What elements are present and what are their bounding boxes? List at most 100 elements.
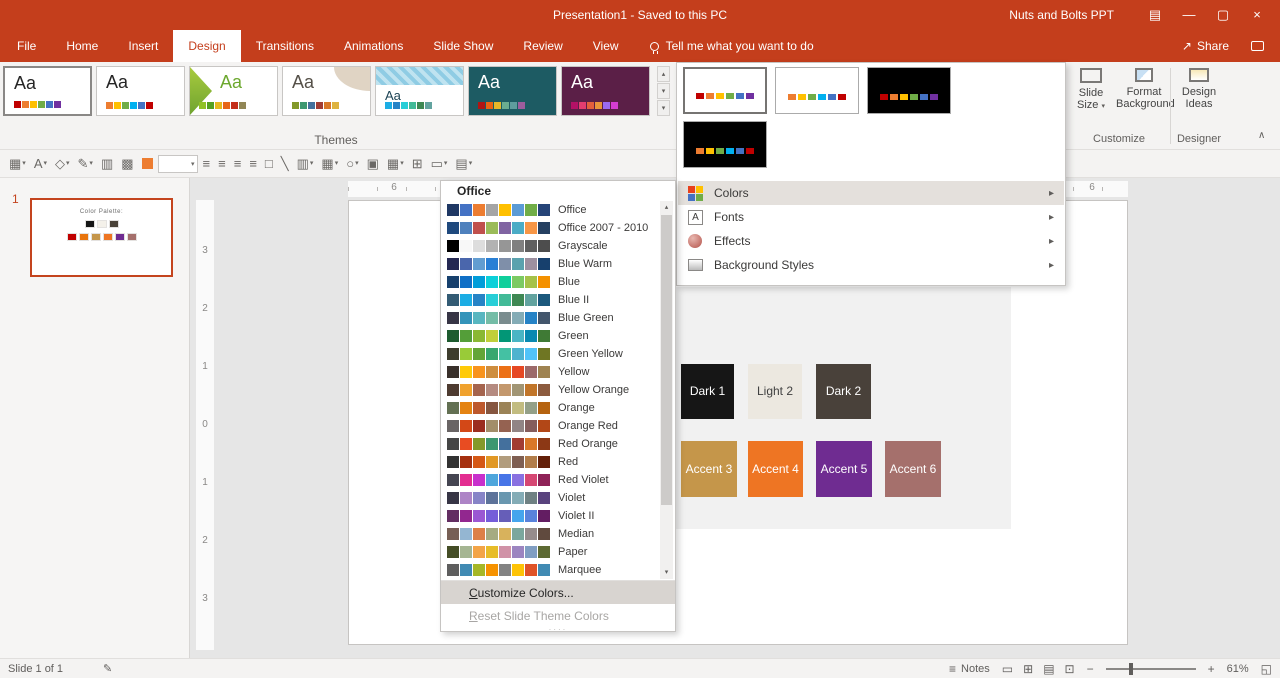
maximize-button[interactable]: ▢ xyxy=(1206,0,1240,30)
zoom-slider-thumb[interactable] xyxy=(1129,662,1133,675)
palette-option-orange[interactable]: Orange xyxy=(441,399,659,417)
swatch-accent-4[interactable]: Accent 4 xyxy=(748,441,803,497)
shape-fill-button[interactable]: ◇ ▾ xyxy=(52,155,73,172)
palette-option-blue-ii[interactable]: Blue II xyxy=(441,291,659,309)
collapse-ribbon-button[interactable]: ∧ xyxy=(1258,130,1265,141)
zoom-slider[interactable] xyxy=(1105,662,1196,675)
variant-thumbnail-1[interactable] xyxy=(683,67,767,114)
table-button[interactable]: ▦ ▾ xyxy=(384,155,407,172)
numbering-button[interactable]: ≡ xyxy=(246,155,260,172)
slide-1-thumbnail[interactable]: Color Palette: xyxy=(30,198,173,277)
variants-menu-item-effects[interactable]: Effects ▸ xyxy=(678,229,1064,253)
zoom-out-button[interactable]: − xyxy=(1087,662,1094,676)
palette-option-orange-red[interactable]: Orange Red xyxy=(441,417,659,435)
gallery-up-button[interactable]: ▴ xyxy=(657,66,670,82)
zoom-in-button[interactable]: + xyxy=(1208,662,1215,676)
palette-option-red[interactable]: Red xyxy=(441,453,659,471)
gallery-more-button[interactable]: ▾ xyxy=(657,100,670,116)
merge-cells-button[interactable]: ⊞ xyxy=(409,155,426,172)
flyout-scrollbar[interactable]: ▴ ▾ xyxy=(660,201,673,579)
zoom-percentage[interactable]: 61% xyxy=(1227,663,1249,675)
share-button[interactable]: ↗ Share xyxy=(1182,39,1229,53)
tab-design[interactable]: Design xyxy=(173,30,241,62)
palette-option-red-orange[interactable]: Red Orange xyxy=(441,435,659,453)
design-ideas-button[interactable]: Design Ideas xyxy=(1174,67,1224,110)
font-color-button[interactable]: A ▾ xyxy=(31,155,50,172)
palette-option-grayscale[interactable]: Grayscale xyxy=(441,237,659,255)
palette-option-yellow[interactable]: Yellow xyxy=(441,363,659,381)
minimize-button[interactable]: — xyxy=(1172,0,1206,30)
gallery-down-button[interactable]: ▾ xyxy=(657,83,670,99)
palette-option-office[interactable]: Office xyxy=(441,201,659,219)
palette-option-green-yellow[interactable]: Green Yellow xyxy=(441,345,659,363)
theme-thumbnail-3[interactable]: Aa xyxy=(189,66,278,116)
palette-option-yellow-orange[interactable]: Yellow Orange xyxy=(441,381,659,399)
theme-thumbnail-4[interactable]: Aa xyxy=(282,66,371,116)
palette-option-median[interactable]: Median xyxy=(441,525,659,543)
tab-transitions[interactable]: Transitions xyxy=(241,30,329,62)
customize-colors-button[interactable]: Customize Colors... xyxy=(441,581,675,604)
palette-option-violet-ii[interactable]: Violet II xyxy=(441,507,659,525)
palette-option-blue-green[interactable]: Blue Green xyxy=(441,309,659,327)
normal-view-icon[interactable]: ▭ xyxy=(1002,662,1013,676)
oval-button[interactable]: ○ ▾ xyxy=(343,155,361,172)
rectangle-button[interactable]: □ xyxy=(262,155,276,172)
scroll-up-icon[interactable]: ▴ xyxy=(660,201,673,214)
variant-thumbnail-3[interactable] xyxy=(867,67,951,114)
tell-me-box[interactable]: Tell me what you want to do xyxy=(649,30,814,62)
variants-menu-item-colors[interactable]: Colors ▸ xyxy=(678,181,1064,205)
slide-sorter-icon[interactable]: ⊞ xyxy=(1023,662,1033,676)
palette-option-paper[interactable]: Paper xyxy=(441,543,659,561)
swatch-light-2[interactable]: Light 2 xyxy=(748,364,802,419)
theme-thumbnail-6[interactable]: Aa xyxy=(468,66,557,116)
swatch-accent-5[interactable]: Accent 5 xyxy=(816,441,872,497)
theme-thumbnail-2[interactable]: Aa xyxy=(96,66,185,116)
chart-edit-button[interactable]: ▥ ▾ xyxy=(294,155,317,172)
palette-option-violet[interactable]: Violet xyxy=(441,489,659,507)
tab-review[interactable]: Review xyxy=(508,30,577,62)
select-table-button[interactable]: ▣ xyxy=(364,155,382,172)
slideshow-icon[interactable]: ⊡ xyxy=(1065,662,1075,676)
variants-menu-item-fonts[interactable]: A Fonts ▸ xyxy=(678,205,1064,229)
line-button[interactable]: ╲ xyxy=(278,155,292,172)
tab-view[interactable]: View xyxy=(578,30,634,62)
palette-option-marquee[interactable]: Marquee xyxy=(441,561,659,579)
swatch-accent-3[interactable]: Accent 3 xyxy=(681,441,737,497)
layout-button[interactable]: ▦ ▾ xyxy=(6,155,29,172)
variant-thumbnail-2[interactable] xyxy=(775,67,859,114)
table-style-button[interactable]: ▦ ▾ xyxy=(318,155,341,172)
align-left-button[interactable]: ≡ xyxy=(200,155,214,172)
theme-colors-button[interactable]: ▩ xyxy=(118,155,136,172)
menu-resize-grip[interactable]: ···· xyxy=(441,626,675,634)
theme-thumbnail-5[interactable]: Aa xyxy=(375,66,464,116)
align-center-button[interactable]: ≡ xyxy=(215,155,229,172)
tab-home[interactable]: Home xyxy=(51,30,113,62)
variants-menu-item-background-styles[interactable]: Background Styles ▸ xyxy=(678,253,1064,277)
notes-pen-icon[interactable]: ✎ xyxy=(103,662,112,675)
theme-thumbnail-1[interactable]: Aa xyxy=(3,66,92,116)
recent-color-swatch[interactable] xyxy=(141,158,153,169)
palette-option-green[interactable]: Green xyxy=(441,327,659,345)
slide-size-button[interactable]: Slide Size ▾ xyxy=(1068,67,1114,113)
style-combobox[interactable]: ▾ xyxy=(157,154,198,173)
comments-icon[interactable] xyxy=(1251,41,1264,51)
reset-theme-colors-button[interactable]: Reset Slide Theme Colors xyxy=(441,604,675,627)
close-button[interactable]: × xyxy=(1240,0,1274,30)
notes-toggle-button[interactable]: ≡ Notes xyxy=(949,662,990,676)
tab-animations[interactable]: Animations xyxy=(329,30,418,62)
palette-option-blue[interactable]: Blue xyxy=(441,273,659,291)
format-background-button[interactable]: Format Background xyxy=(1116,67,1175,110)
palette-option-red-violet[interactable]: Red Violet xyxy=(441,471,659,489)
swatch-accent-6[interactable]: Accent 6 xyxy=(885,441,941,497)
columns-button[interactable]: ▤ ▾ xyxy=(452,155,475,172)
scrollbar-thumb[interactable] xyxy=(661,215,672,505)
scroll-down-icon[interactable]: ▾ xyxy=(660,566,673,579)
swatch-dark-2[interactable]: Dark 2 xyxy=(816,364,871,419)
theme-thumbnail-7[interactable]: Aa xyxy=(561,66,650,116)
bullets-button[interactable]: ≡ xyxy=(231,155,245,172)
picture-button[interactable]: ▭ ▾ xyxy=(428,155,451,172)
reading-view-icon[interactable]: ▤ xyxy=(1043,662,1054,676)
tab-insert[interactable]: Insert xyxy=(113,30,173,62)
palette-option-blue-warm[interactable]: Blue Warm xyxy=(441,255,659,273)
fit-slide-button[interactable]: ◱ xyxy=(1261,662,1272,676)
